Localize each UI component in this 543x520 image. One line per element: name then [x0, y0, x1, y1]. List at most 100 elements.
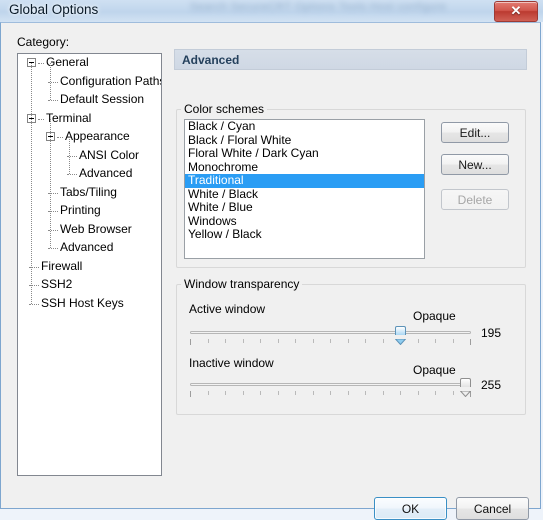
tree-item-firewall[interactable]: Firewall [18, 258, 161, 277]
slider-tick [208, 339, 209, 343]
tree-connector-h [38, 118, 44, 121]
tree-item-ssh2[interactable]: SSH2 [18, 276, 161, 295]
tree-connector-h [67, 174, 77, 176]
tree-item-ansi-color[interactable]: ANSI Color [18, 147, 161, 166]
slider-tick [365, 339, 366, 343]
color-scheme-item[interactable]: White / Black [185, 187, 424, 202]
tree-connector-h [38, 63, 44, 65]
close-glyph: ✕ [510, 3, 522, 18]
slider-tick [278, 391, 279, 395]
tree-item-terminal[interactable]: Terminal [18, 110, 161, 129]
tree-item-label: ANSI Color [79, 147, 140, 162]
page-title: Advanced [182, 53, 240, 67]
close-icon[interactable]: ✕ [494, 1, 538, 22]
thumb-tip [394, 334, 407, 346]
cancel-button[interactable]: Cancel [456, 497, 529, 520]
slider-tick [190, 391, 191, 397]
tree-item-tabs-tiling[interactable]: Tabs/Tiling [18, 184, 161, 203]
slider-tick [225, 339, 226, 343]
slider-tick [225, 391, 226, 395]
color-scheme-item[interactable]: Monochrome [185, 160, 424, 175]
slider-tick [243, 391, 244, 395]
tree-item-label: General [46, 55, 89, 69]
window-title: Global Options [9, 2, 99, 17]
tree-item-label: Tabs/Tiling [60, 184, 117, 199]
tree-item-label: SSH2 [41, 277, 73, 291]
edit-button[interactable]: Edit... [441, 122, 509, 143]
slider-tick [470, 339, 471, 345]
inactive-window-label: Inactive window [189, 356, 274, 370]
active-window-slider-track[interactable] [190, 331, 471, 334]
slider-tick [418, 339, 419, 343]
slider-tick [383, 391, 384, 395]
slider-tick [313, 339, 314, 343]
slider-tick [260, 339, 261, 343]
inactive-window-slider-ticks [190, 391, 471, 397]
category-tree[interactable]: General Configuration Paths Default Sessio… [17, 53, 162, 476]
tree-item-label: Firewall [41, 258, 83, 273]
tree-item-general[interactable]: General [18, 54, 161, 73]
slider-tick [330, 391, 331, 395]
tree-item-configuration-paths[interactable]: Configuration Paths [18, 73, 161, 92]
tree-item-label: Printing [60, 203, 101, 217]
new-button[interactable]: New... [441, 154, 509, 175]
tree-connector-v [50, 118, 52, 248]
tree-connector-v [31, 63, 33, 304]
tree-item-label: SSH Host Keys [41, 295, 124, 310]
inactive-window-slider-track[interactable] [190, 383, 471, 386]
inactive-window-slider-thumb[interactable] [459, 378, 472, 398]
slider-tick [418, 391, 419, 395]
color-scheme-item[interactable]: Black / Cyan [185, 120, 424, 134]
slider-tick [208, 391, 209, 395]
slider-tick [435, 339, 436, 343]
color-scheme-item[interactable]: Black / Floral White [185, 133, 424, 148]
inactive-window-opaque-label: Opaque [413, 363, 456, 377]
tree-item-default-session[interactable]: Default Session [18, 91, 161, 110]
slider-tick [348, 391, 349, 395]
tree-connector-v [69, 137, 71, 174]
color-scheme-item[interactable]: Windows [185, 214, 424, 229]
tree-item-advanced[interactable]: Advanced [18, 165, 161, 184]
slider-tick [348, 339, 349, 343]
slider-tick [400, 391, 401, 395]
active-window-opaque-label: Opaque [413, 309, 456, 323]
tree-item-label: Advanced [60, 240, 114, 254]
tree-item-web-browser[interactable]: Web Browser [18, 221, 161, 240]
slider-tick [190, 339, 191, 345]
page-header: Advanced [174, 49, 527, 70]
slider-tick [453, 339, 454, 343]
slider-tick [295, 339, 296, 343]
tree-item-appearance[interactable]: Appearance [18, 128, 161, 147]
ok-button[interactable]: OK [374, 497, 447, 520]
tree-item-label: Web Browser [60, 221, 132, 236]
color-scheme-item[interactable]: Traditional [185, 173, 424, 188]
active-window-slider-ticks [190, 339, 471, 345]
delete-button: Delete [441, 189, 509, 210]
color-scheme-item[interactable]: Yellow / Black [185, 227, 424, 242]
tree-item-label: Advanced [79, 166, 133, 180]
color-scheme-item[interactable]: Floral White / Dark Cyan [185, 146, 424, 161]
slider-tick [453, 391, 454, 395]
slider-tick [330, 339, 331, 343]
slider-tick [383, 339, 384, 343]
tree-item-label: Appearance [65, 129, 130, 143]
color-schemes-listbox[interactable]: Black / Cyan Black / Floral White Floral W… [184, 119, 425, 259]
slider-tick [295, 391, 296, 395]
window-transparency-group-title: Window transparency [181, 277, 303, 291]
active-window-value: 195 [481, 326, 502, 340]
tree-item-advanced[interactable]: Advanced [18, 239, 161, 258]
active-window-slider-thumb[interactable] [394, 326, 407, 346]
thumb-tip [459, 386, 472, 398]
global-options-dialog: Global Options ✕ Category: General Config… [0, 0, 543, 520]
tree-connector-h [48, 100, 58, 102]
tree-item-label: Default Session [60, 92, 145, 106]
tree-item-printing[interactable]: Printing [18, 202, 161, 221]
tree-item-ssh-host-keys[interactable]: SSH Host Keys [18, 295, 161, 314]
color-scheme-item[interactable]: White / Blue [185, 200, 424, 215]
category-label: Category: [17, 35, 70, 49]
tree-connector-h [29, 303, 39, 306]
slider-tick [278, 339, 279, 343]
active-window-label: Active window [189, 302, 266, 316]
slider-tick [365, 391, 366, 395]
title-bar: Global Options ✕ [0, 0, 543, 22]
